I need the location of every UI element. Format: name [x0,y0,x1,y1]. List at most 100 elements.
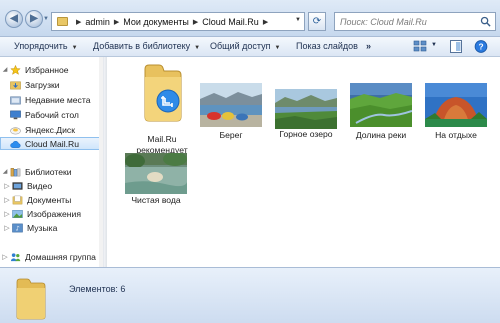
list-item[interactable]: Долина реки [350,83,412,143]
nav-label: Рабочий стол [25,109,79,120]
details-pane: Элементов: 6 [0,267,500,323]
nav-label: Музыка [27,222,58,233]
documents-library-icon [12,195,23,204]
search-box[interactable] [334,12,496,31]
collapse-arrow-icon[interactable]: ◢ [0,168,10,175]
images-library-icon [12,209,23,218]
recent-pages-dropdown[interactable]: ▼ [43,15,51,23]
nav-label: Cloud Mail.Ru [25,138,79,149]
nav-item-video[interactable]: ▷ Видео [0,179,103,192]
arrow-left-icon: ◀ [10,13,18,24]
list-item[interactable]: Берег [200,83,262,143]
desktop-icon [10,110,21,119]
nav-label: Документы [27,194,72,205]
breadcrumb-item-documents[interactable]: Мои документы [123,17,189,27]
chevron-down-icon: ▼ [194,45,201,51]
list-item[interactable]: Mail.Ru рекомендует [131,63,193,163]
search-input[interactable] [335,13,479,30]
chevron-down-icon[interactable]: ▼ [431,42,437,48]
yandex-disk-icon [10,126,21,134]
nav-item-libraries[interactable]: ◢ Библиотеки [0,165,103,178]
expand-arrow-icon[interactable]: ▷ [2,210,12,218]
forward-button[interactable]: ▶ [25,10,43,28]
organize-label: Упорядочить [14,41,68,51]
folder-icon [57,17,68,26]
expand-arrow-icon[interactable]: ▷ [2,196,12,204]
nav-label: Библиотеки [25,166,72,177]
list-item[interactable]: Чистая вода [125,153,187,213]
list-item[interactable]: Горное озеро [275,89,337,149]
nav-label: Домашняя группа [25,251,96,262]
chevron-down-icon: ▼ [274,45,281,51]
address-bar: ◀ ▶ ▼ ▶ admin ▶ Мои документы ▶ Cloud Ma… [0,0,500,37]
expand-arrow-icon[interactable]: ▷ [2,182,12,190]
item-name: Долина реки [355,130,407,140]
share-label: Общий доступ [210,41,271,51]
photo-mountain-lake-thumbnail [275,89,337,129]
arrow-right-icon: ▶ [30,13,38,24]
chevron-right-icon[interactable]: ▶ [76,18,81,26]
slideshow-button[interactable]: Показ слайдов [296,41,358,51]
slideshow-label: Показ слайдов [296,41,358,51]
nav-item-yandex-disk[interactable]: Яндекс.Диск [0,123,103,136]
item-name-line1: Mail.Ru [147,134,177,144]
chevron-right-icon[interactable]: ▶ [114,18,119,26]
file-list: Mail.Ru рекомендует Берег Горное озеро Д… [107,57,500,267]
more-commands-button[interactable]: » [366,41,371,51]
svg-text:?: ? [478,42,483,52]
preview-pane-icon[interactable] [450,40,462,53]
libraries-icon [10,167,21,176]
photo-vacation-thumbnail [425,83,487,127]
command-bar: Упорядочить ▼ Добавить в библиотеку ▼ Общи… [0,37,500,57]
chevron-down-icon: ▼ [71,45,78,51]
photo-clean-water-thumbnail [125,153,187,194]
help-icon[interactable]: ? [474,40,488,53]
nav-item-documents[interactable]: ▷ Документы [0,193,103,206]
list-item[interactable]: На отдыхе [425,83,487,143]
nav-label: Недавние места [25,94,91,105]
item-name: Берег [219,130,243,140]
music-library-icon: ♪ [12,223,23,232]
breadcrumb-item-cloud[interactable]: Cloud Mail.Ru [202,17,259,27]
back-button[interactable]: ◀ [5,10,23,28]
nav-item-homegroup[interactable]: ▷ Домашняя группа [0,250,103,263]
item-name: На отдыхе [435,130,477,140]
nav-item-images[interactable]: ▷ Изображения [0,207,103,220]
video-library-icon [12,181,23,190]
nav-label: Яндекс.Диск [25,124,75,135]
collapse-arrow-icon[interactable]: ◢ [0,66,10,73]
expand-arrow-icon[interactable]: ▷ [0,253,10,261]
search-icon[interactable] [480,16,491,27]
add-to-library-label: Добавить в библиотеку [93,41,191,51]
share-button[interactable]: Общий доступ ▼ [210,41,280,51]
refresh-button[interactable]: ⟳ [308,12,326,31]
svg-text:♪: ♪ [15,224,19,232]
nav-item-favorites[interactable]: ◢ Избранное [0,63,103,76]
nav-item-recent-places[interactable]: Недавние места [0,93,103,106]
nav-label: Видео [27,180,53,191]
add-to-library-button[interactable]: Добавить в библиотеку ▼ [93,41,200,51]
expand-arrow-icon[interactable]: ▷ [2,224,12,232]
nav-item-desktop[interactable]: Рабочий стол [0,108,103,121]
organize-button[interactable]: Упорядочить ▼ [14,41,78,51]
homegroup-icon [10,252,21,261]
nav-item-downloads[interactable]: Загрузки [0,78,103,91]
navigation-pane: ◢ Избранное Загрузки Недавние места Рабо… [0,57,103,267]
breadcrumb-item-admin[interactable]: admin [85,17,110,27]
more-commands-label: » [366,41,372,51]
item-count-text: Элементов: 6 [69,284,126,294]
nav-item-music[interactable]: ▷ ♪ Музыка [0,221,103,234]
nav-item-cloud-mail[interactable]: Cloud Mail.Ru [0,137,103,150]
chevron-right-icon[interactable]: ▶ [263,18,268,26]
nav-label: Загрузки [25,79,60,90]
nav-label: Изображения [27,208,82,219]
chevron-right-icon[interactable]: ▶ [193,18,198,26]
refresh-icon: ⟳ [312,16,322,27]
view-options-icon[interactable] [413,40,429,53]
photo-river-valley-thumbnail [350,83,412,127]
chevron-down-icon[interactable]: ▼ [295,17,301,23]
cloud-folder-icon [144,64,182,122]
breadcrumb[interactable]: ▶ admin ▶ Мои документы ▶ Cloud Mail.Ru … [51,12,305,31]
downloads-folder-icon [10,81,21,89]
item-name: Чистая вода [131,195,181,205]
